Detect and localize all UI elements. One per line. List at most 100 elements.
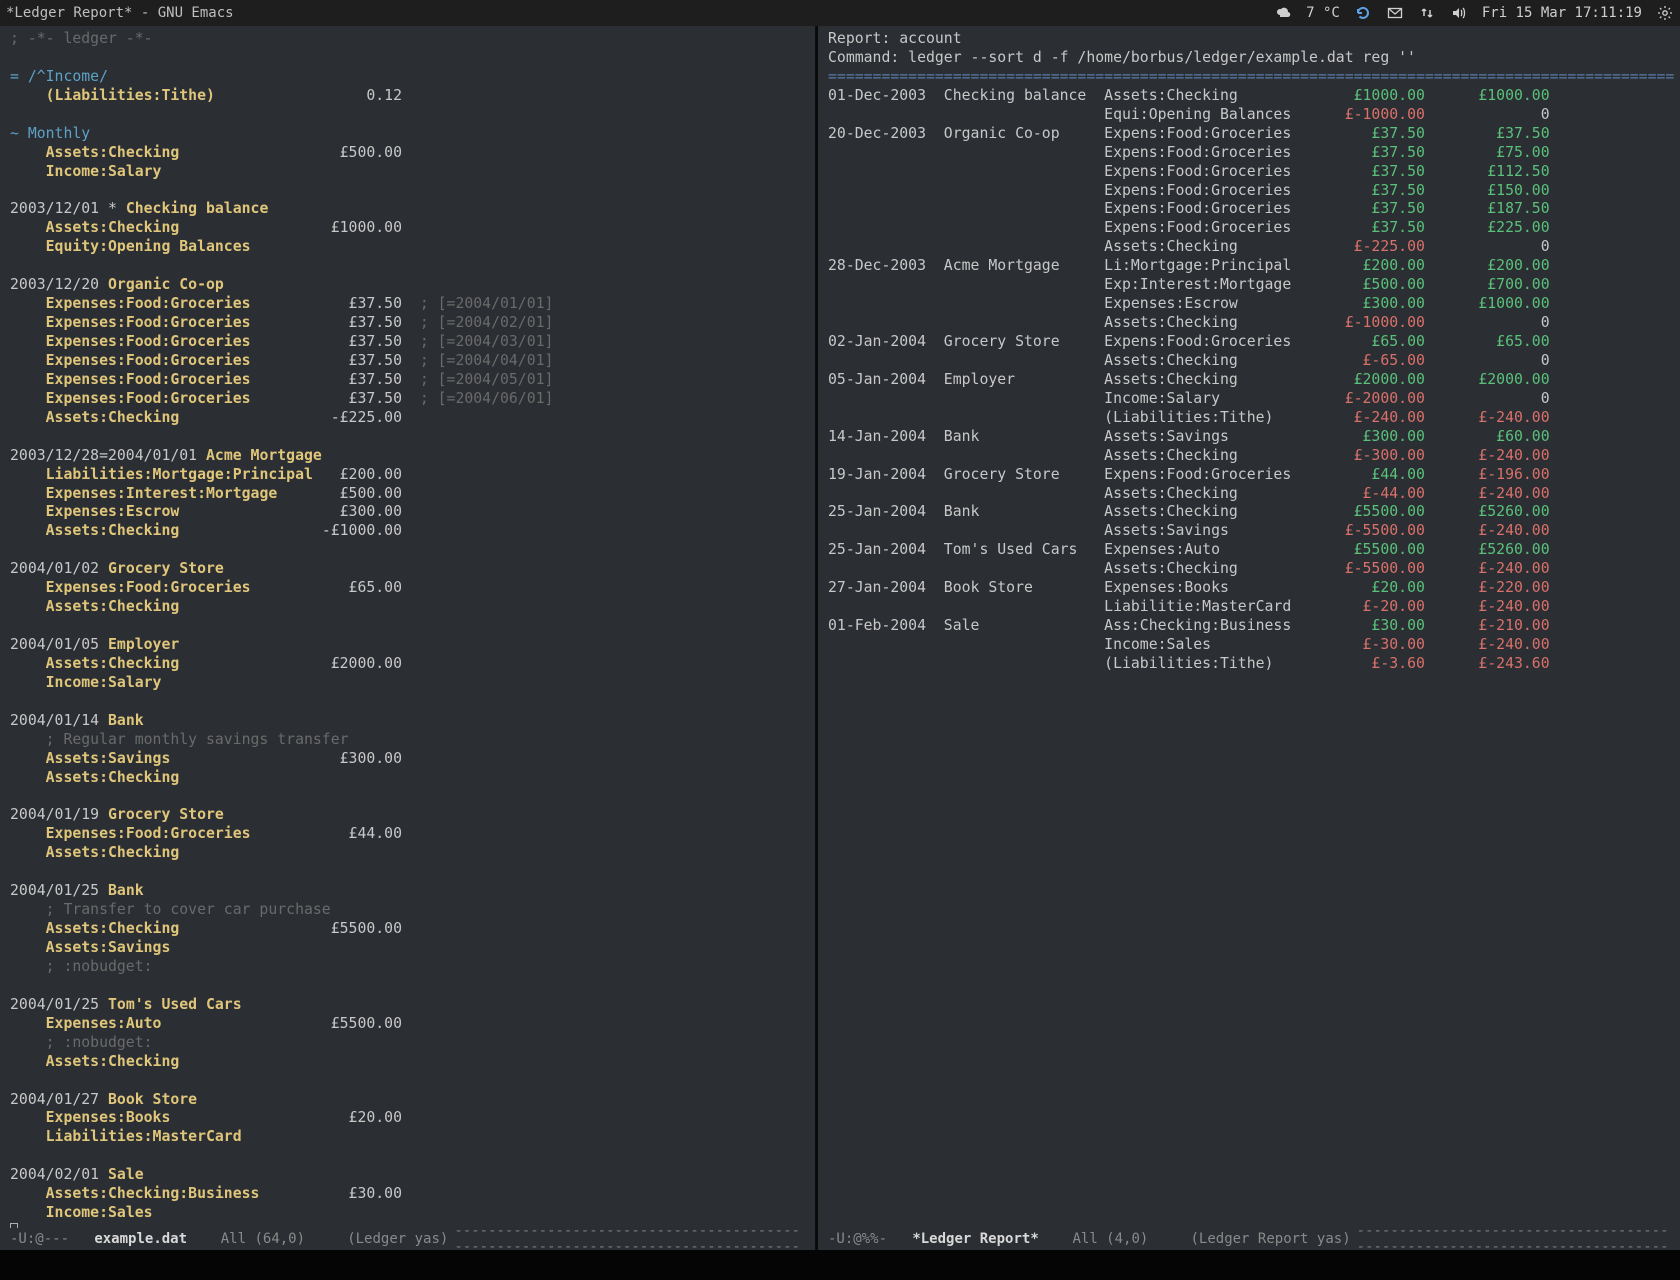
source-line: Equity:Opening Balances: [10, 238, 805, 257]
minibuffer[interactable]: [0, 1250, 1680, 1280]
left-pane[interactable]: ; -*- ledger -*- = /^Income/ (Liabilitie…: [0, 26, 816, 1250]
window-title: *Ledger Report* - GNU Emacs: [6, 5, 234, 21]
report-line: Assets:Checking £-44.00 £-240.00: [828, 485, 1670, 504]
source-line: [10, 428, 805, 447]
report-line: Expens:Food:Groceries £37.50 £150.00: [828, 182, 1670, 201]
source-line: Expenses:Food:Groceries £44.00: [10, 825, 805, 844]
report-line: 01-Feb-2004 Sale Ass:Checking:Business £…: [828, 617, 1670, 636]
source-line: Assets:Checking: [10, 769, 805, 788]
source-line: Expenses:Food:Groceries £37.50 ; [=2004/…: [10, 295, 805, 314]
settings-icon[interactable]: [1656, 4, 1674, 22]
source-line: Assets:Checking -£1000.00: [10, 522, 805, 541]
ledger-source[interactable]: ; -*- ledger -*- = /^Income/ (Liabilitie…: [0, 26, 815, 1249]
weather-text: 7 °C: [1306, 5, 1340, 21]
source-line: ; :nobudget:: [10, 958, 805, 977]
source-line: Expenses:Books £20.00: [10, 1109, 805, 1128]
modeline-position: All (64,0): [221, 1231, 305, 1247]
source-line: ~ Monthly: [10, 125, 805, 144]
source-line: ; Transfer to cover car purchase: [10, 901, 805, 920]
source-line: [10, 541, 805, 560]
source-line: Assets:Checking:Business £30.00: [10, 1185, 805, 1204]
modeline-mode: (Ledger Report yas): [1190, 1231, 1350, 1247]
report-line: Assets:Checking £-1000.00 0: [828, 314, 1670, 333]
report-line: 25-Jan-2004 Bank Assets:Checking £5500.0…: [828, 503, 1670, 522]
source-line: 2003/12/01 * Checking balance: [10, 200, 805, 219]
clock-text: Fri 15 Mar 17:11:19: [1482, 5, 1642, 21]
report-line: Report: account: [828, 30, 1670, 49]
source-line: Assets:Checking £2000.00: [10, 655, 805, 674]
source-line: (Liabilities:Tithe) 0.12: [10, 87, 805, 106]
source-line: 2004/01/05 Employer: [10, 636, 805, 655]
source-line: [10, 977, 805, 996]
source-line: 2004/02/01 Sale: [10, 1166, 805, 1185]
report-line: Equi:Opening Balances £-1000.00 0: [828, 106, 1670, 125]
modeline-fill: ----------------------------------------…: [448, 1228, 805, 1250]
weather-icon: [1274, 4, 1292, 22]
source-line: Income:Salary: [10, 163, 805, 182]
window-titlebar: *Ledger Report* - GNU Emacs 7 °C Fri 15 …: [0, 0, 1680, 26]
source-line: Expenses:Food:Groceries £37.50 ; [=2004/…: [10, 333, 805, 352]
report-line: Assets:Checking £-225.00 0: [828, 238, 1670, 257]
source-line: Liabilities:Mortgage:Principal £200.00: [10, 466, 805, 485]
source-line: 2004/01/27 Book Store: [10, 1091, 805, 1110]
source-line: Expenses:Food:Groceries £37.50 ; [=2004/…: [10, 390, 805, 409]
source-line: [10, 182, 805, 201]
source-line: Expenses:Escrow £300.00: [10, 503, 805, 522]
report-line: Liabilitie:MasterCard £-20.00 £-240.00: [828, 598, 1670, 617]
source-line: Expenses:Auto £5500.00: [10, 1015, 805, 1034]
source-line: Expenses:Interest:Mortgage £500.00: [10, 485, 805, 504]
source-line: 2004/01/25 Tom's Used Cars: [10, 996, 805, 1015]
refresh-icon[interactable]: [1354, 4, 1372, 22]
source-line: ; Regular monthly savings transfer: [10, 731, 805, 750]
source-line: [10, 863, 805, 882]
ledger-report[interactable]: Report: accountCommand: ledger --sort d …: [818, 26, 1680, 678]
report-line: ========================================…: [828, 68, 1670, 87]
right-pane[interactable]: Report: accountCommand: ledger --sort d …: [818, 26, 1680, 1250]
report-line: Income:Sales £-30.00 £-240.00: [828, 636, 1670, 655]
report-line: Expens:Food:Groceries £37.50 £112.50: [828, 163, 1670, 182]
report-line: Expens:Food:Groceries £37.50 £225.00: [828, 219, 1670, 238]
source-line: [10, 106, 805, 125]
source-line: [10, 788, 805, 807]
source-line: Income:Salary: [10, 674, 805, 693]
report-line: 19-Jan-2004 Grocery Store Expens:Food:Gr…: [828, 466, 1670, 485]
mail-icon[interactable]: [1386, 4, 1404, 22]
source-line: 2004/01/02 Grocery Store: [10, 560, 805, 579]
source-line: [10, 1147, 805, 1166]
source-line: 2004/01/25 Bank: [10, 882, 805, 901]
report-line: 25-Jan-2004 Tom's Used Cars Expenses:Aut…: [828, 541, 1670, 560]
report-line: 27-Jan-2004 Book Store Expenses:Books £2…: [828, 579, 1670, 598]
source-line: Assets:Checking: [10, 598, 805, 617]
report-line: (Liabilities:Tithe) £-240.00 £-240.00: [828, 409, 1670, 428]
modeline-position: All (4,0): [1072, 1231, 1148, 1247]
source-line: Assets:Checking: [10, 844, 805, 863]
source-line: Expenses:Food:Groceries £65.00: [10, 579, 805, 598]
modeline-mode: (Ledger yas): [347, 1231, 448, 1247]
source-line: Expenses:Food:Groceries £37.50 ; [=2004/…: [10, 352, 805, 371]
report-line: 02-Jan-2004 Grocery Store Expens:Food:Gr…: [828, 333, 1670, 352]
source-line: Assets:Checking £5500.00: [10, 920, 805, 939]
modeline-fill: ----------------------------------------…: [1351, 1228, 1670, 1250]
volume-icon[interactable]: [1450, 4, 1468, 22]
report-line: Assets:Checking £-5500.00 £-240.00: [828, 560, 1670, 579]
right-modeline: -U:@%%- *Ledger Report* All (4,0) (Ledge…: [818, 1228, 1680, 1250]
source-line: Assets:Checking £500.00: [10, 144, 805, 163]
source-line: 2003/12/20 Organic Co-op: [10, 276, 805, 295]
source-line: 2004/01/14 Bank: [10, 712, 805, 731]
source-line: Expenses:Food:Groceries £37.50 ; [=2004/…: [10, 314, 805, 333]
report-line: Assets:Savings £-5500.00 £-240.00: [828, 522, 1670, 541]
system-tray: 7 °C Fri 15 Mar 17:11:19: [1274, 4, 1674, 22]
source-line: Assets:Savings £300.00: [10, 750, 805, 769]
report-line: 14-Jan-2004 Bank Assets:Savings £300.00 …: [828, 428, 1670, 447]
modeline-buffer: example.dat: [94, 1231, 187, 1247]
source-line: 2004/01/19 Grocery Store: [10, 806, 805, 825]
report-line: 01-Dec-2003 Checking balance Assets:Chec…: [828, 87, 1670, 106]
source-line: [10, 1072, 805, 1091]
modeline-flags: -U:@%%-: [828, 1231, 887, 1247]
report-line: Assets:Checking £-65.00 0: [828, 352, 1670, 371]
source-line: Expenses:Food:Groceries £37.50 ; [=2004/…: [10, 371, 805, 390]
network-icon[interactable]: [1418, 4, 1436, 22]
source-line: [10, 257, 805, 276]
source-line: [10, 617, 805, 636]
left-modeline: -U:@--- example.dat All (64,0) (Ledger y…: [0, 1228, 815, 1250]
